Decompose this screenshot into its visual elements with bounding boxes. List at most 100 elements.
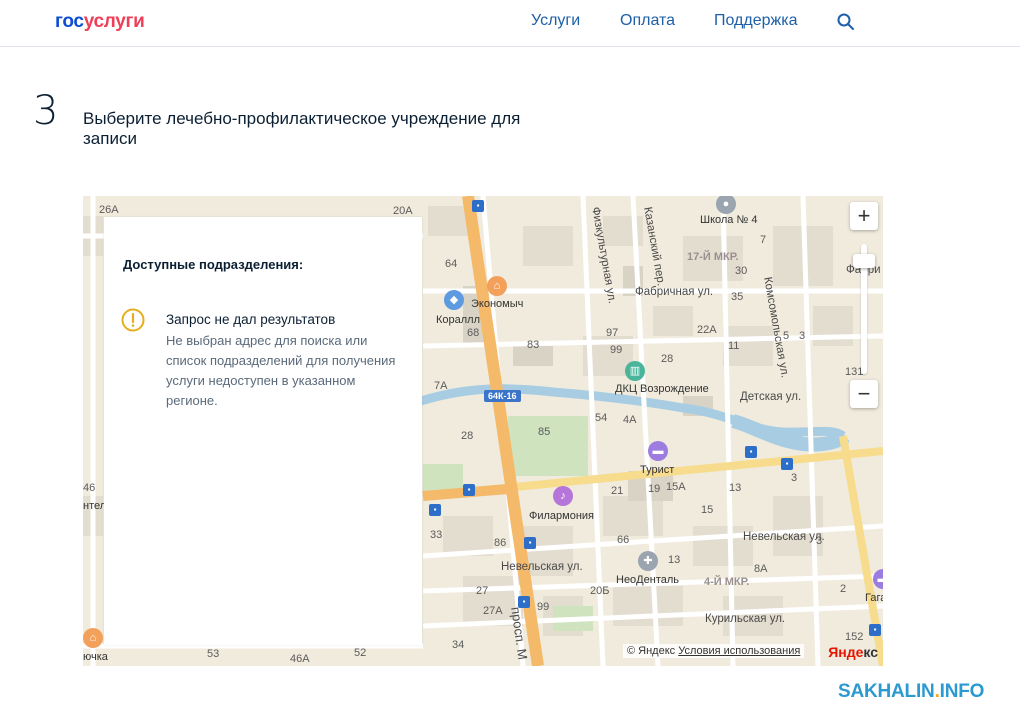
no-results-description: Не выбран адрес для поиска или список по… — [166, 333, 396, 408]
house-number: 22А — [697, 324, 717, 336]
house-number: 3 — [799, 330, 806, 342]
house-number: 68 — [467, 327, 480, 339]
bus-stop-icon[interactable]: ▪ — [869, 624, 881, 636]
map-label-korall: Кораллл — [436, 314, 481, 326]
house-number: 46 — [83, 482, 96, 494]
map-label-filarmonia: Филармония — [529, 510, 595, 522]
house-number: 27А — [483, 605, 503, 617]
house-number: 28 — [461, 430, 474, 442]
house-number: 15 — [701, 504, 714, 516]
bus-stop-icon[interactable]: ▪ — [429, 504, 441, 516]
subdivisions-panel: Доступные подразделения: Запрос не дал р… — [104, 217, 422, 645]
nav-services[interactable]: Услуги — [531, 12, 580, 30]
house-number: 64 — [445, 258, 458, 270]
gosuslugi-logo[interactable]: госуслуги — [55, 11, 145, 33]
watermark-part1: SAKHALIN — [838, 681, 935, 702]
house-number: 33 — [430, 529, 443, 541]
house-number: 19 — [648, 483, 661, 495]
map-label-mkr17: 17-Й МКР. — [687, 251, 739, 263]
map-label-dkc: ДКЦ Возрождение — [615, 383, 709, 395]
map-copyright: © Яндекс Условия использования — [623, 644, 805, 658]
house-number: 8А — [754, 563, 768, 575]
map-label-fabrichnaya: Фабричная ул. — [635, 286, 714, 298]
hotel-icon[interactable]: ▬ — [648, 441, 668, 461]
house-number: 152 — [845, 631, 864, 643]
house-number: 83 — [527, 339, 540, 351]
house-number: 34 — [452, 639, 465, 651]
nav-payment[interactable]: Оплата — [620, 12, 675, 30]
logo-text-part1: гос — [55, 11, 84, 32]
map-label-nevelskaya-east: Невельская ул. — [743, 531, 825, 543]
yandex-logo-part2: кс — [863, 644, 878, 660]
house-number: 7 — [760, 234, 767, 246]
bus-stop-icon[interactable]: ▪ — [463, 484, 475, 496]
map-label-ekonomych: Экономыч — [471, 298, 524, 310]
bus-stop-icon[interactable]: ▪ — [745, 446, 757, 458]
house-number: 7А — [434, 380, 448, 392]
zoom-in-button[interactable]: + — [850, 202, 878, 230]
step-number: 3 — [33, 88, 59, 134]
museum-icon[interactable]: ▥ — [625, 361, 645, 381]
terms-of-use-link[interactable]: Условия использования — [678, 645, 800, 657]
house-number: 66 — [617, 534, 630, 546]
house-number: 11 — [728, 340, 740, 352]
house-number: 35 — [731, 291, 744, 303]
house-number: 97 — [606, 327, 619, 339]
house-number: 2 — [840, 583, 847, 595]
map-label-turist: Турист — [640, 464, 675, 476]
bus-stop-icon[interactable]: ▪ — [472, 200, 484, 212]
house-number: 54 — [595, 412, 608, 424]
house-number: 3 — [816, 535, 823, 547]
shop-edge-icon[interactable]: ⌂ — [83, 628, 103, 648]
map-label-neodental: НеоДенталь — [616, 574, 680, 586]
house-number: 5 — [783, 330, 790, 342]
map-label-ochka: ючка — [83, 651, 108, 663]
house-number: 27 — [476, 585, 489, 597]
zoom-out-button[interactable]: − — [850, 380, 878, 408]
logo-text-part2: услуги — [83, 11, 145, 32]
house-number: 86 — [494, 537, 507, 549]
map-label-mkr4: 4-Й МКР. — [704, 576, 750, 588]
house-number: 13 — [729, 482, 742, 494]
yandex-logo[interactable]: Яндекс — [828, 644, 878, 660]
music-note-icon[interactable]: ♪ — [553, 486, 573, 506]
panel-title: Доступные подразделения: — [123, 257, 304, 272]
road-number-badge: 64К-16 — [484, 390, 521, 402]
house-number: 85 — [538, 426, 551, 438]
house-number: 52 — [354, 647, 367, 659]
copyright-text: © Яндекс — [627, 645, 676, 657]
warning-icon — [121, 308, 145, 332]
house-number: 15А — [666, 481, 686, 493]
house-number: 53 — [207, 648, 220, 660]
house-number: 99 — [610, 344, 623, 356]
shopping-bag-icon[interactable]: ◆ — [444, 290, 464, 310]
search-icon[interactable] — [836, 12, 856, 32]
sakhalin-info-watermark: SAKHALIN.INFO — [838, 681, 984, 703]
shop-pin-icon[interactable]: ⌂ — [487, 276, 507, 296]
watermark-part2: INFO — [939, 681, 985, 702]
top-header: госуслуги Услуги Оплата Поддержка — [0, 0, 1020, 47]
house-number: 99 — [537, 601, 550, 613]
house-number: 28 — [661, 353, 674, 365]
step-title: Выберите лечебно-профилактическое учрежд… — [83, 109, 521, 148]
bus-stop-icon[interactable]: ▪ — [524, 537, 536, 549]
house-number: 26А — [99, 204, 119, 216]
bus-stop-icon[interactable]: ▪ — [781, 458, 793, 470]
map-label-kurilskaya: Курильская ул. — [705, 613, 786, 625]
map-label-nevelskaya-west: Невельская ул. — [501, 561, 583, 573]
house-number: 3 — [791, 472, 798, 484]
zoom-slider-handle[interactable] — [853, 254, 875, 268]
house-number: 46А — [290, 653, 310, 665]
yandex-logo-part1: Янде — [828, 644, 864, 660]
nav-support[interactable]: Поддержка — [714, 12, 797, 30]
bus-stop-icon[interactable]: ▪ — [518, 596, 530, 608]
house-number: 4А — [623, 414, 637, 426]
house-number: 30 — [735, 265, 748, 277]
house-number: 20А — [393, 205, 413, 217]
house-number: 20Б — [590, 585, 610, 597]
map-label-detskaya: Детская ул. — [740, 391, 802, 403]
map-label-gagarin: Гага — [865, 592, 883, 604]
house-number: 21 — [611, 485, 624, 497]
tooth-icon[interactable]: ✚ — [638, 551, 658, 571]
map-widget[interactable]: 26А 20А Школа № 4 17-Й МКР. Фабричная ул… — [83, 196, 883, 666]
